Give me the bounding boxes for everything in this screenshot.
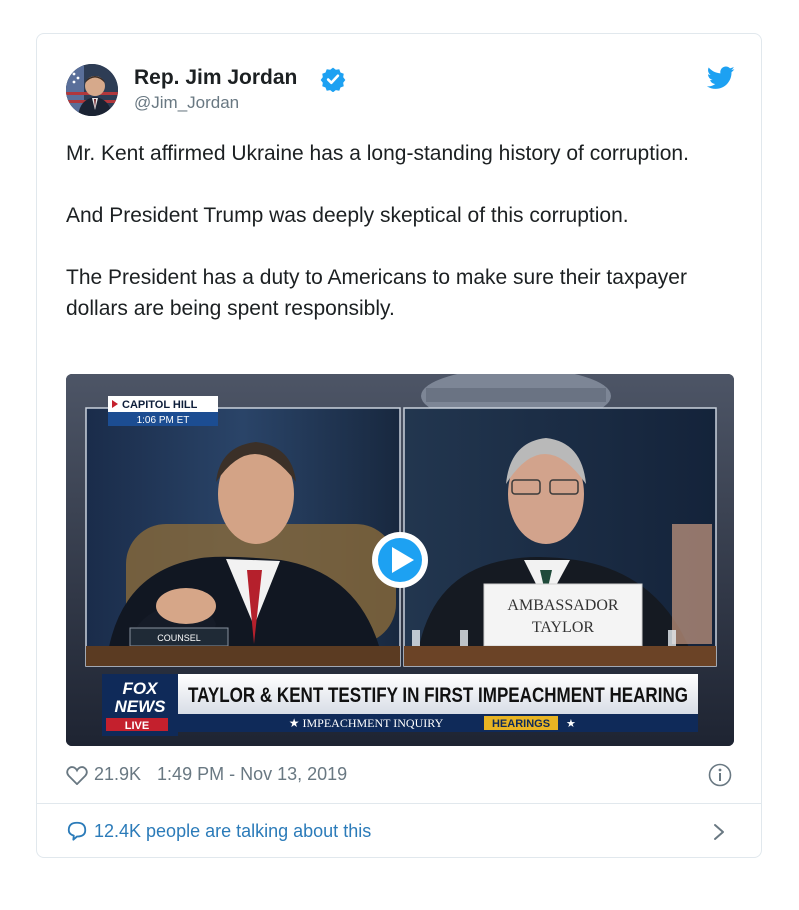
info-icon[interactable] [708,763,732,787]
network-logo-line1: FOX [123,679,160,698]
video-thumbnail[interactable]: COUNSEL AMBASSADOR TAYLOR CAPITOL HILL 1… [66,374,734,746]
timestamp[interactable]: 1:49 PM - Nov 13, 2019 [157,764,347,785]
right-nameplate-line1: AMBASSADOR [507,597,618,614]
tweet-card: Rep. Jim Jordan @Jim_Jordan Mr. Kent aff… [36,33,762,858]
comment-bubble-icon [67,821,87,841]
ticker-main: ★ IMPEACHMENT INQUIRY [289,716,444,730]
left-nameplate: COUNSEL [157,633,201,643]
tweet-stats: 21.9K 1:49 PM - Nov 13, 2019 [66,764,347,785]
divider [37,803,761,804]
headline: TAYLOR & KENT TESTIFY IN FIRST IMPEACHME… [188,684,688,707]
tweet-text: Mr. Kent affirmed Ukraine has a long-sta… [66,138,726,355]
play-icon[interactable] [372,532,428,588]
location-tag: CAPITOL HILL [122,399,198,411]
time-tag: 1:06 PM ET [137,415,190,426]
network-logo-line3: LIVE [125,720,149,732]
author-handle[interactable]: @Jim_Jordan [134,93,239,113]
chevron-right-icon[interactable] [712,822,726,842]
tweet-paragraph: The President has a duty to Americans to… [66,266,687,320]
twitter-bird-icon[interactable] [707,66,735,90]
ticker-tag: HEARINGS [492,718,550,730]
like-count[interactable]: 21.9K [94,764,141,785]
talking-count[interactable]: 12.4K people are talking about this [94,821,371,842]
avatar[interactable] [66,64,118,116]
conversation-link[interactable]: 12.4K people are talking about this [66,820,371,842]
tweet-paragraph: And President Trump was deeply skeptical… [66,204,629,227]
tweet-paragraph: Mr. Kent affirmed Ukraine has a long-sta… [66,142,689,165]
ticker-end: ★ [566,718,576,730]
verified-icon [320,67,346,92]
network-logo-line2: NEWS [115,697,167,716]
right-nameplate-line2: TAYLOR [532,619,594,636]
heart-icon[interactable] [66,765,88,785]
author-name[interactable]: Rep. Jim Jordan [134,66,297,90]
